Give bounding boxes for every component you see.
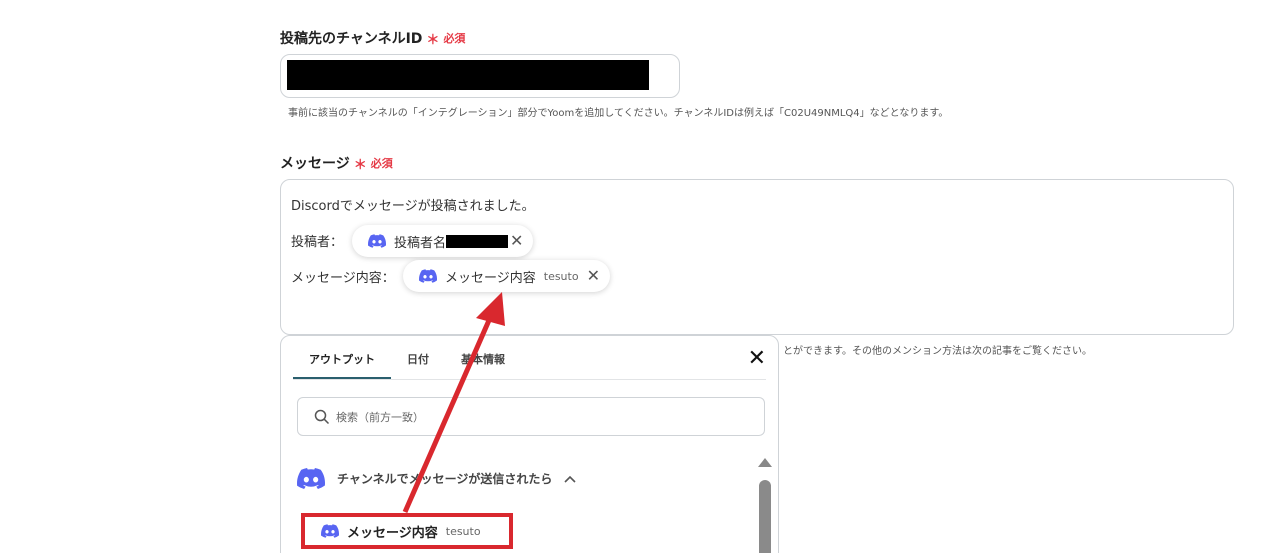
- channel-id-label-text: 投稿先のチャンネルID: [280, 31, 423, 47]
- output-group-header[interactable]: チャンネルでメッセージが送信されたら: [297, 468, 576, 489]
- redacted-value: [446, 234, 509, 248]
- content-label: メッセージ内容：: [291, 271, 395, 286]
- tab-output[interactable]: アウトプット: [293, 336, 391, 380]
- output-selector-panel: アウトプット 日付 基本情報 ✕ 検索（前方一致） チャンネルでメッセージが送信…: [280, 335, 779, 553]
- tab-date[interactable]: 日付: [391, 336, 445, 380]
- tab-divider: [293, 379, 766, 380]
- remove-pill-icon[interactable]: ✕: [587, 268, 600, 284]
- tab-basic-info[interactable]: 基本情報: [445, 336, 521, 380]
- discord-icon: [419, 269, 437, 283]
- scrollbar-thumb[interactable]: [759, 480, 771, 553]
- message-label: メッセージ ＊ 必須: [280, 153, 393, 173]
- message-label-text: メッセージ: [280, 156, 350, 172]
- message-textarea[interactable]: Discordでメッセージが投稿されました。 投稿者： メッセージ内容： 投稿者…: [280, 179, 1234, 335]
- content-pill-sub: tesuto: [543, 269, 579, 283]
- search-placeholder: 検索（前方一致）: [336, 410, 424, 424]
- output-item-sub: tesuto: [445, 524, 481, 538]
- discord-icon: [368, 234, 386, 248]
- panel-tabs: アウトプット 日付 基本情報: [293, 336, 521, 380]
- channel-id-hint: 事前に該当のチャンネルの「インテグレーション」部分でYoomを追加してください。…: [288, 108, 949, 119]
- remove-pill-icon[interactable]: ✕: [510, 233, 523, 249]
- discord-icon: [297, 468, 325, 489]
- output-group-title: チャンネルでメッセージが送信されたら: [337, 472, 553, 486]
- channel-id-label: 投稿先のチャンネルID ＊ 必須: [280, 28, 465, 48]
- message-line-1: Discordでメッセージが投稿されました。: [291, 199, 535, 214]
- required-asterisk: ＊: [353, 157, 367, 173]
- output-item-label: メッセージ内容: [347, 525, 438, 541]
- poster-label: 投稿者：: [291, 235, 344, 250]
- required-asterisk: ＊: [426, 32, 440, 48]
- scroll-up-arrow[interactable]: [758, 458, 772, 467]
- channel-id-input[interactable]: [280, 54, 680, 98]
- required-text: 必須: [370, 157, 393, 170]
- redacted-value: [287, 60, 649, 90]
- chevron-up-icon[interactable]: [564, 475, 576, 483]
- content-variable-pill[interactable]: メッセージ内容 tesuto ✕: [403, 260, 610, 292]
- close-icon[interactable]: ✕: [748, 346, 766, 371]
- poster-variable-pill[interactable]: 投稿者名 ✕: [352, 225, 534, 257]
- required-text: 必須: [443, 32, 466, 45]
- search-icon: [314, 409, 330, 424]
- poster-pill-label: 投稿者名: [394, 235, 447, 251]
- message-hint: とができます。その他のメンション方法は次の記事をご覧ください。: [783, 346, 1092, 357]
- output-item-message-content[interactable]: メッセージ内容 tesuto: [301, 513, 513, 549]
- content-pill-label: メッセージ内容: [445, 270, 536, 286]
- search-input[interactable]: 検索（前方一致）: [297, 397, 765, 436]
- discord-icon: [321, 524, 339, 538]
